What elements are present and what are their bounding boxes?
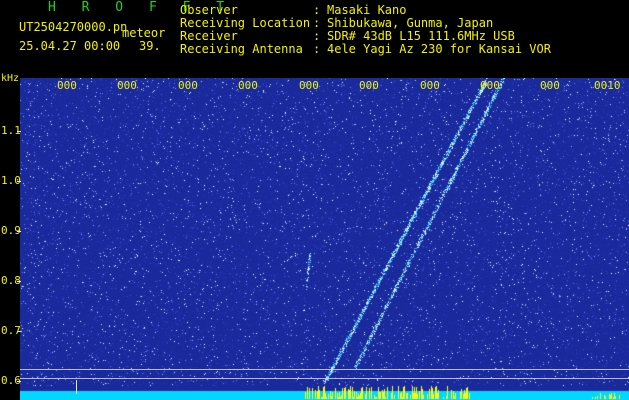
detection-count: 39. <box>139 39 161 53</box>
x-tick-label: 000 <box>178 79 198 92</box>
x-tick-label: 0010 <box>594 79 621 92</box>
file-name: UT2504270000.pn <box>19 20 128 34</box>
event-marker <box>76 380 77 394</box>
station-info: Observer : Masaki Kano Receiving Locatio… <box>180 4 551 56</box>
hrofft-spectrogram-window: H R O F F T UT2504270000.pn meteor 25.04… <box>0 0 629 400</box>
x-tick-label: 000 <box>238 79 258 92</box>
x-tick-label: 000 <box>540 79 560 92</box>
threshold-line <box>20 369 629 370</box>
y-tick-mark <box>17 281 21 282</box>
x-tick-label: 000 <box>117 79 137 92</box>
info-key: Receiving Antenna <box>180 42 303 56</box>
baseline-line <box>20 378 629 379</box>
y-tick-mark <box>17 231 21 232</box>
file-kind-label: meteor <box>122 26 166 40</box>
x-tick-label: 000 <box>299 79 319 92</box>
spectrogram-canvas <box>20 78 629 400</box>
info-value: 4ele Yagi Az 230 for Kansai VOR <box>327 42 551 56</box>
y-tick-mark <box>17 181 21 182</box>
y-tick-mark <box>17 381 21 382</box>
x-tick-label: 000 <box>57 79 77 92</box>
frequency-unit-label: kHz <box>1 73 20 84</box>
x-tick-label: 000 <box>420 79 440 92</box>
x-tick-label: 000 <box>359 79 379 92</box>
x-tick-label: 000 <box>480 79 500 92</box>
y-tick-mark <box>17 131 21 132</box>
info-separator: : <box>313 42 321 56</box>
y-tick-mark <box>17 331 21 332</box>
info-row-antenna: Receiving Antenna : 4ele Yagi Az 230 for… <box>180 43 551 56</box>
date-time: 25.04.27 00:00 <box>19 39 121 53</box>
